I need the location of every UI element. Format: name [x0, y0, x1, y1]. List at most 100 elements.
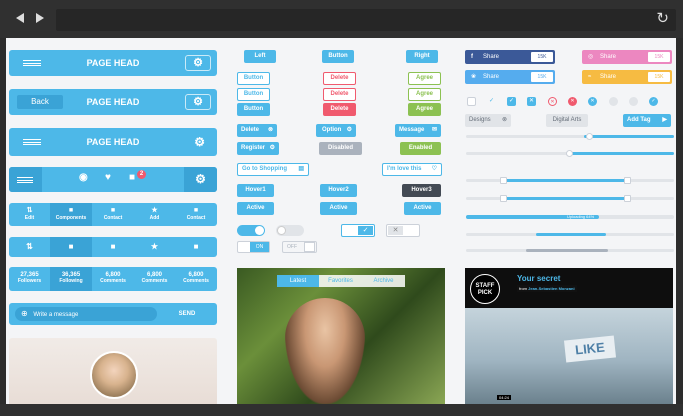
range-slider-2[interactable]	[466, 195, 674, 202]
register-button[interactable]: Register ⚙	[237, 142, 279, 155]
delete-button-outline[interactable]: Delete	[323, 72, 356, 85]
agree-button-active[interactable]: Agree	[408, 103, 441, 116]
radio-empty[interactable]	[609, 97, 618, 106]
stat-comments-3[interactable]: 6,800 Comments	[175, 267, 217, 291]
chat-icon[interactable]: ■	[50, 237, 92, 257]
button-active[interactable]: Button	[237, 103, 270, 116]
go-to-shopping-button[interactable]: Go to Shopping ▤	[237, 163, 309, 176]
toggle-on[interactable]	[237, 225, 265, 236]
range-handle-max[interactable]	[624, 177, 631, 184]
chat-icon[interactable]: ■	[92, 237, 134, 257]
agree-button-outline-hover[interactable]: Agree	[408, 88, 441, 101]
range-handle-max[interactable]	[624, 195, 631, 202]
settings-cell[interactable]: ⚙	[184, 167, 217, 192]
off-switch[interactable]: OFF	[282, 241, 317, 253]
stat-comments[interactable]: 6,800 Comments	[92, 267, 134, 291]
slider-handle[interactable]	[566, 150, 573, 157]
gear-icon[interactable]: ⚙	[194, 135, 205, 149]
radio-x-blue[interactable]: ✕	[588, 97, 597, 106]
checkbox-checked[interactable]: ✓	[507, 97, 516, 106]
radio-checked[interactable]: ✓	[649, 97, 658, 106]
checkbox-check-light[interactable]: ✓	[487, 97, 496, 106]
hover3-button[interactable]: Hover3	[402, 184, 441, 197]
send-button[interactable]: SEND	[165, 307, 209, 321]
on-switch[interactable]: ON	[237, 241, 270, 253]
tab-favorites[interactable]: Favorites	[319, 275, 362, 287]
option-button[interactable]: Option ⚙	[316, 124, 356, 137]
sliders-icon[interactable]: ⇅	[9, 237, 50, 257]
facebook-share-button[interactable]: f Share 15K	[465, 50, 555, 64]
active-button-1[interactable]: Active	[237, 202, 274, 215]
stat-following[interactable]: 36,365 Following	[50, 267, 92, 291]
button-filled[interactable]: Button	[322, 50, 354, 63]
add-tag-button[interactable]: Add Tag ▶	[623, 114, 671, 127]
tab-archive[interactable]: Archive	[362, 275, 405, 287]
active-button-3[interactable]: Active	[404, 202, 441, 215]
enabled-button[interactable]: Enabled	[400, 142, 441, 155]
rss-share-button[interactable]: ≈ Share 15K	[582, 70, 672, 84]
radio-x-red-outline[interactable]: ✕	[548, 97, 557, 106]
close-toggle-off[interactable]: ✕	[386, 224, 420, 237]
love-this-button[interactable]: I'm love this ♡	[382, 163, 442, 176]
tab-contact[interactable]: ■ Contact	[92, 203, 134, 226]
video-author[interactable]: Jean-Sebastien Monzani	[528, 286, 574, 291]
checkbox-x-filled[interactable]: ✕	[527, 97, 536, 106]
address-bar[interactable]	[56, 9, 676, 31]
tab-edit[interactable]: ⇅ Edit	[9, 203, 50, 226]
back-arrow-icon[interactable]	[16, 13, 24, 23]
left-button[interactable]: Left	[244, 50, 276, 63]
forward-arrow-icon[interactable]	[36, 13, 44, 23]
radio-empty-2[interactable]	[629, 97, 638, 106]
checkbox-empty[interactable]	[467, 97, 476, 106]
button-outline[interactable]: Button	[237, 72, 270, 85]
gear-icon[interactable]: ⚙	[185, 55, 211, 71]
chat-icon[interactable]: ■	[175, 237, 217, 257]
range-handle-min[interactable]	[500, 177, 507, 184]
message-button[interactable]: Message ✉	[395, 124, 441, 137]
menu-cell[interactable]	[9, 167, 42, 192]
twitter-share-button[interactable]: ❀ Share 15K	[465, 70, 555, 84]
tab-contact-2[interactable]: ■ Contact	[175, 203, 217, 226]
hover2-button[interactable]: Hover2	[320, 184, 357, 197]
close-circle-icon[interactable]: ⊗	[502, 114, 507, 127]
share-label: Share	[483, 74, 500, 80]
right-button[interactable]: Right	[406, 50, 438, 63]
page-head-bar-1: PAGE HEAD ⚙	[9, 50, 217, 76]
delete-button-outline-hover[interactable]: Delete	[323, 88, 356, 101]
staff-pick-badge: STAFF PICK	[470, 274, 500, 304]
star-icon[interactable]: ★	[134, 237, 175, 257]
message-input[interactable]: ⊕ Write a message	[15, 307, 157, 321]
video-player[interactable]: LIKE STAFF PICK Your secret from Jean-Seb…	[465, 268, 673, 404]
chat-icon[interactable]: ■	[129, 172, 135, 183]
dribbble-share-button[interactable]: ◎ Share 15K	[582, 50, 672, 64]
check-toggle-on[interactable]: ✓	[341, 224, 375, 237]
slider-2[interactable]	[466, 150, 674, 157]
tag-label: Designs	[469, 117, 491, 123]
avatar[interactable]	[90, 351, 138, 399]
stat-followers[interactable]: 27,365 Followers	[9, 267, 50, 291]
eye-icon[interactable]: ◉	[79, 172, 88, 183]
range-handle-min[interactable]	[500, 195, 507, 202]
share-label: Share	[600, 74, 617, 80]
button-outline-hover[interactable]: Button	[237, 88, 270, 101]
tab-components[interactable]: ■ Components	[50, 203, 92, 226]
gear-icon[interactable]: ⚙	[185, 94, 211, 110]
delete-button-active[interactable]: Delete	[323, 103, 356, 116]
reload-icon[interactable]: ↻	[656, 10, 669, 28]
hover1-button[interactable]: Hover1	[237, 184, 274, 197]
active-button-2[interactable]: Active	[320, 202, 357, 215]
message-placeholder: Write a message	[33, 312, 79, 318]
radio-x-red[interactable]: ✕	[568, 97, 577, 106]
range-slider-1[interactable]	[466, 177, 674, 184]
delete-icon-button[interactable]: Delete ⊗	[237, 124, 277, 137]
heart-icon[interactable]: ♥	[105, 172, 111, 183]
tag-digital-arts[interactable]: Digital Arts	[546, 114, 588, 127]
tag-designs[interactable]: Designs ⊗	[465, 114, 511, 127]
stat-comments-2[interactable]: 6,800 Comments	[134, 267, 175, 291]
tab-add[interactable]: ★ Add	[134, 203, 175, 226]
agree-button-outline[interactable]: Agree	[408, 72, 441, 85]
toggle-off[interactable]	[276, 225, 304, 236]
slider-1[interactable]	[466, 133, 674, 140]
tab-latest[interactable]: Latest	[277, 275, 319, 287]
slider-handle[interactable]	[586, 133, 593, 140]
